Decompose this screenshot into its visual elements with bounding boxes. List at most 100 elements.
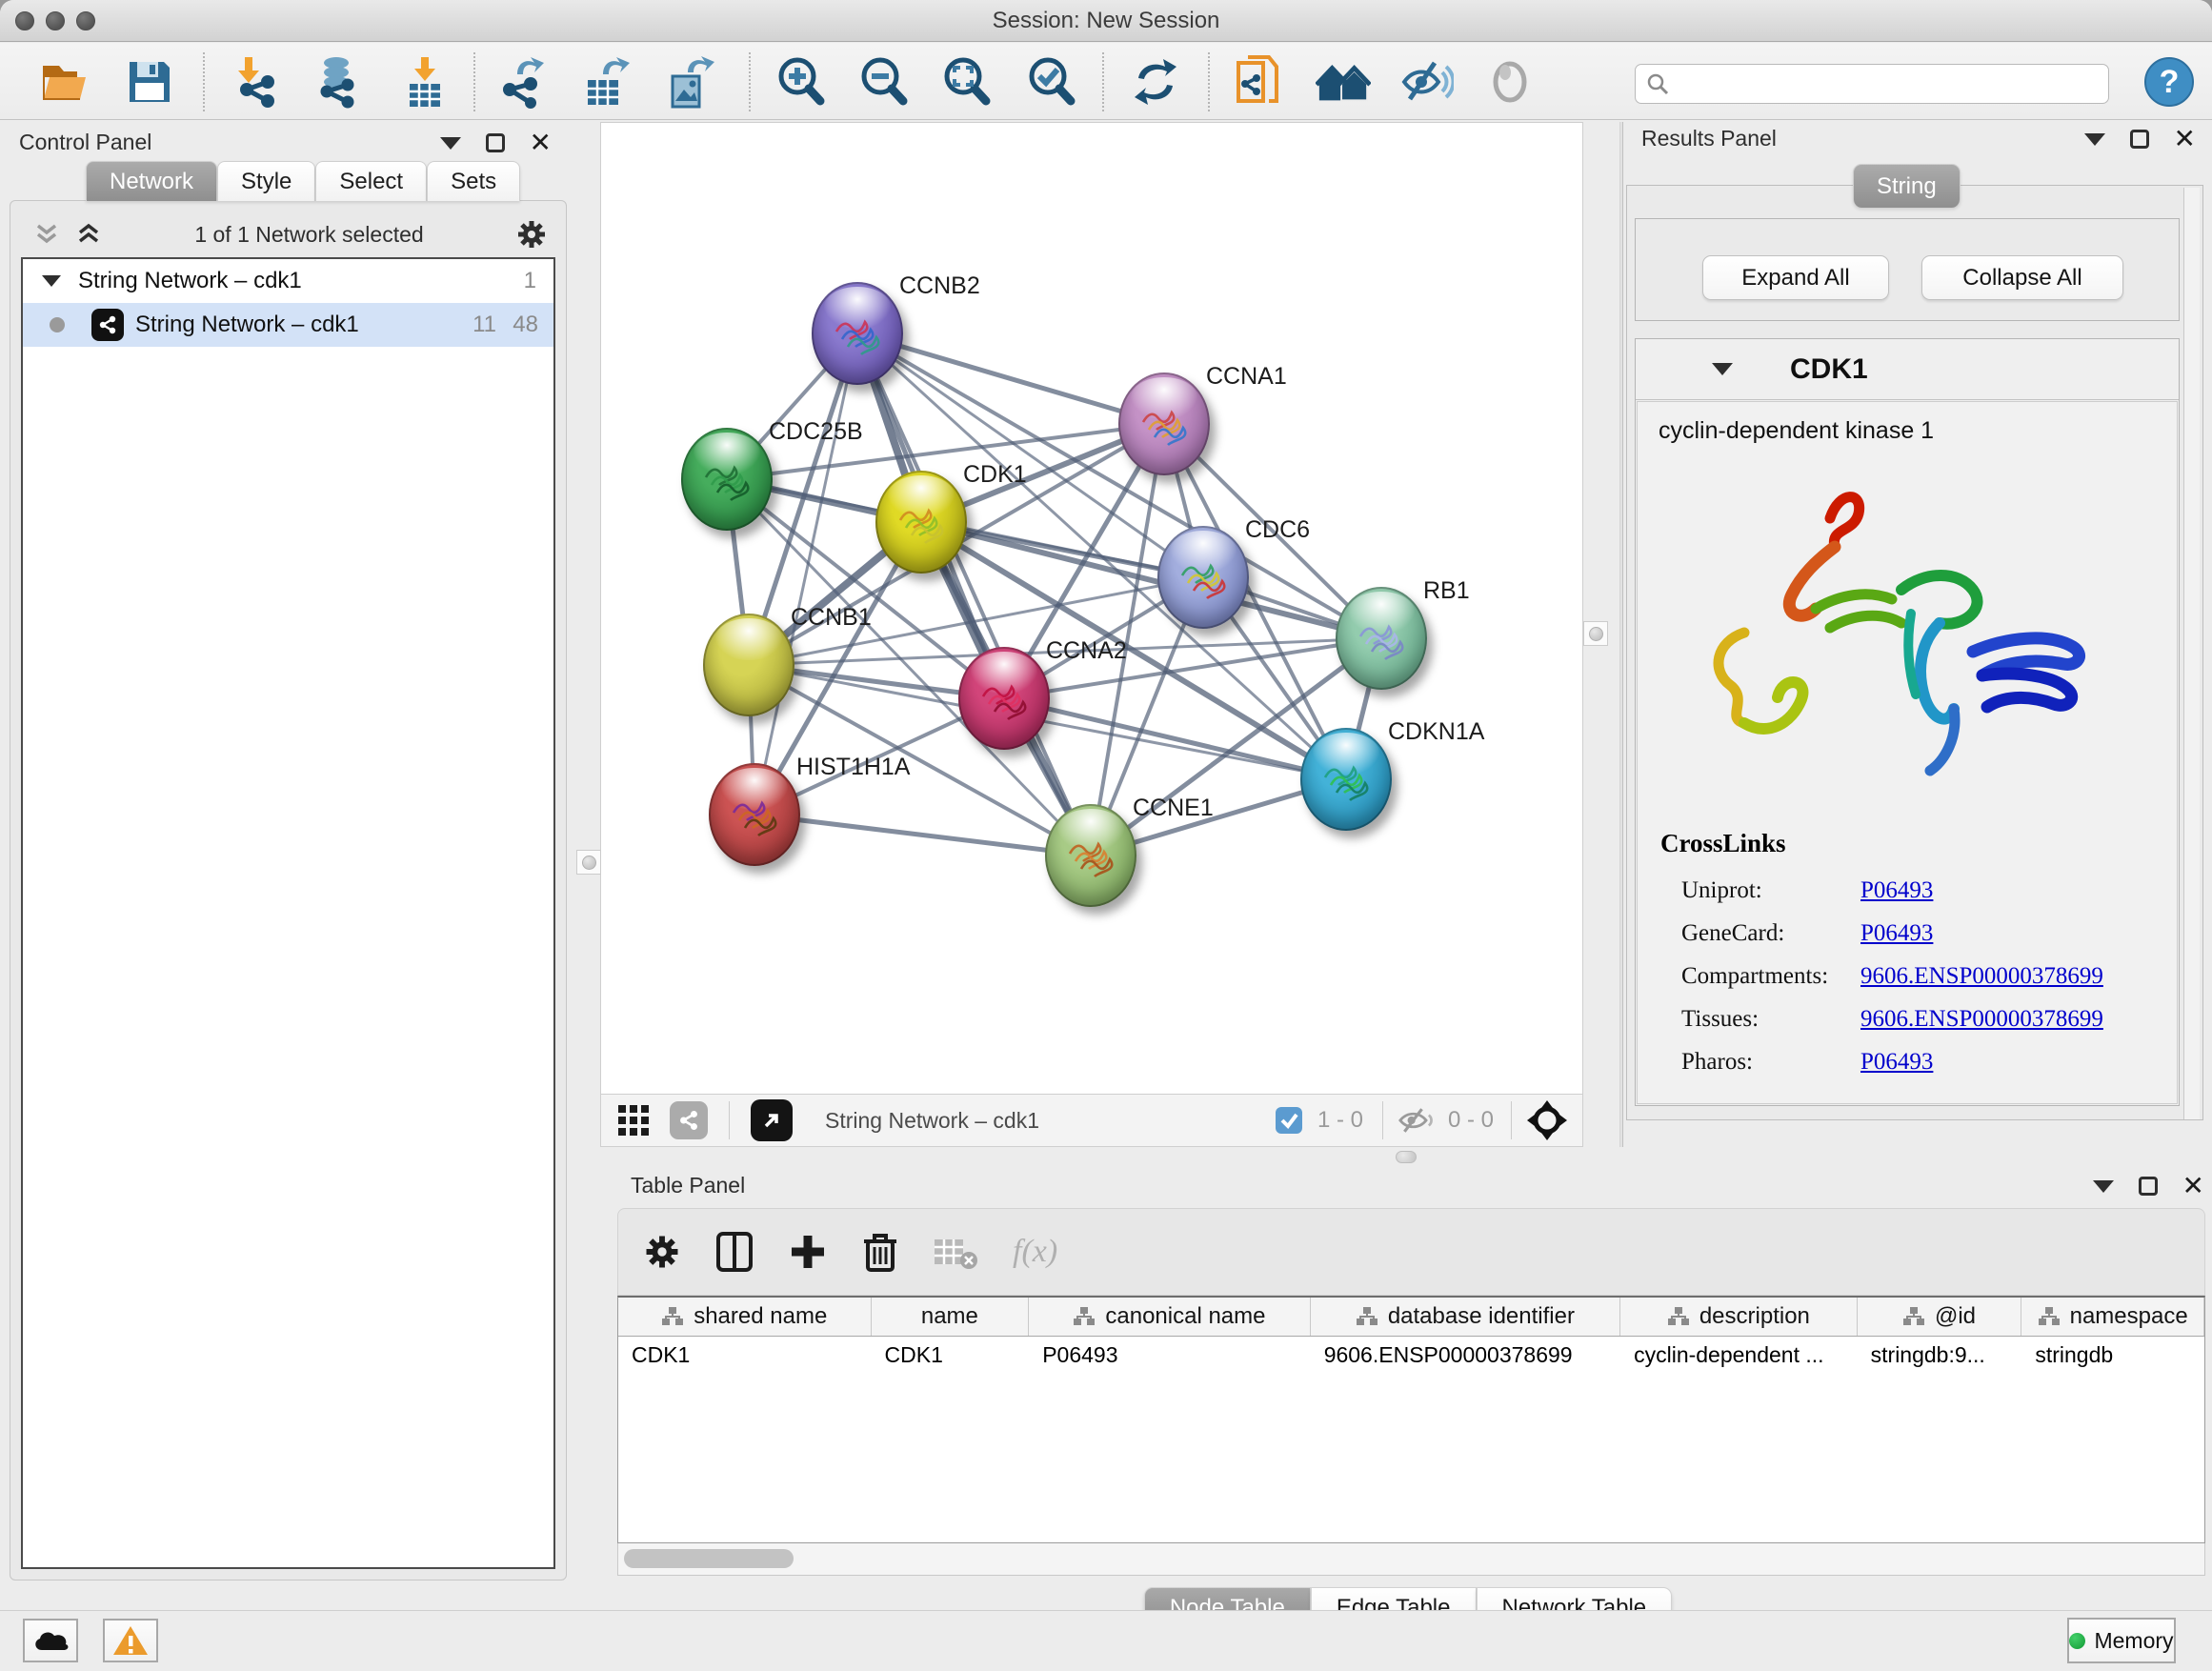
tab-sets[interactable]: Sets [427, 161, 520, 201]
crosslink-link[interactable]: P06493 [1860, 1049, 1933, 1076]
show-columns-icon[interactable] [715, 1231, 754, 1273]
import-table-file-icon[interactable] [397, 54, 452, 110]
detach-view-icon[interactable] [751, 1099, 793, 1141]
network-node-ccne1[interactable] [1045, 804, 1136, 907]
network-share-view-icon[interactable] [670, 1101, 708, 1139]
home-pages-icon[interactable] [1316, 54, 1371, 110]
tab-network[interactable]: Network [86, 161, 217, 201]
memory-button[interactable]: Memory [2067, 1618, 2176, 1663]
column-header[interactable]: canonical name [1029, 1298, 1310, 1336]
save-session-icon[interactable] [122, 54, 177, 110]
panel-menu-icon[interactable] [440, 137, 461, 150]
network-node-cdk1[interactable] [875, 471, 967, 574]
network-options-gear-icon[interactable] [515, 218, 548, 251]
network-node-ccna1[interactable] [1118, 372, 1210, 475]
table-row[interactable]: CDK1CDK1P064939606.ENSP00000378699cyclin… [618, 1337, 2204, 1376]
selected-checkbox-icon[interactable] [1274, 1105, 1304, 1136]
show-all-icon[interactable] [1482, 54, 1538, 110]
delete-column-icon[interactable] [862, 1230, 898, 1274]
refresh-view-icon[interactable] [1128, 54, 1183, 110]
node-table[interactable]: shared namenamecanonical namedatabase id… [617, 1296, 2205, 1543]
expand-all-button[interactable]: Expand All [1702, 255, 1889, 300]
table-cell[interactable]: stringdb [2021, 1337, 2204, 1376]
protein-card-expander-icon[interactable] [1712, 363, 1733, 375]
table-cell[interactable]: CDK1 [618, 1337, 872, 1376]
column-header[interactable]: database identifier [1311, 1298, 1620, 1336]
panel-menu-icon[interactable] [2093, 1180, 2114, 1193]
collection-expander-icon[interactable] [42, 275, 61, 287]
network-node-ccnb1[interactable] [703, 614, 794, 716]
network-node-cdkn1a[interactable] [1300, 728, 1392, 831]
export-image-icon[interactable] [662, 54, 717, 110]
help-icon[interactable]: ? [2142, 54, 2197, 110]
birds-eye-view-icon[interactable] [1525, 1098, 1569, 1142]
panel-close-icon[interactable]: ✕ [2182, 1177, 2204, 1196]
crosslink-link[interactable]: P06493 [1860, 920, 1933, 947]
network-node-ccna2[interactable] [958, 647, 1050, 750]
table-cell[interactable]: 9606.ENSP00000378699 [1311, 1337, 1620, 1376]
warnings-button[interactable] [103, 1619, 158, 1662]
crosslink-link[interactable]: 9606.ENSP00000378699 [1860, 963, 2103, 990]
table-cell[interactable]: stringdb:9... [1858, 1337, 2022, 1376]
table-hscrollbar[interactable] [617, 1543, 2205, 1576]
network-node-hist1h1a[interactable] [709, 763, 800, 866]
export-network-icon[interactable] [495, 54, 551, 110]
network-edge[interactable] [1004, 698, 1346, 779]
network-row[interactable]: String Network – cdk1 11 48 [23, 303, 553, 347]
network-node-cdc6[interactable] [1157, 526, 1249, 629]
panel-float-icon[interactable] [486, 133, 505, 152]
left-splitter-handle[interactable] [576, 850, 601, 875]
results-scrollbar[interactable] [2183, 188, 2200, 1119]
table-options-gear-icon[interactable] [643, 1233, 681, 1271]
crosslink-link[interactable]: P06493 [1860, 877, 1933, 904]
add-column-icon[interactable] [788, 1232, 828, 1272]
bottom-splitter-handle[interactable] [1396, 1151, 1417, 1163]
cloud-status-button[interactable] [23, 1619, 78, 1662]
panel-float-icon[interactable] [2139, 1177, 2158, 1196]
crosslink-link[interactable]: 9606.ENSP00000378699 [1860, 1006, 2103, 1033]
zoom-in-icon[interactable] [774, 54, 829, 110]
table-cell[interactable]: CDK1 [872, 1337, 1030, 1376]
panel-float-icon[interactable] [2130, 130, 2149, 149]
function-builder-icon[interactable]: f(x) [1013, 1234, 1057, 1270]
zoom-out-icon[interactable] [856, 54, 912, 110]
table-hscrollbar-thumb[interactable] [624, 1549, 794, 1568]
search-input[interactable] [1670, 71, 2089, 96]
column-header[interactable]: @id [1858, 1298, 2022, 1336]
network-node-cdc25b[interactable] [681, 428, 773, 531]
hidden-eye-icon[interactable] [1398, 1104, 1437, 1137]
column-header[interactable]: description [1620, 1298, 1858, 1336]
network-edge[interactable] [857, 333, 1164, 424]
network-node-rb1[interactable] [1336, 587, 1427, 690]
grid-view-icon[interactable] [616, 1103, 651, 1137]
panel-close-icon[interactable]: ✕ [530, 133, 552, 152]
collapse-all-button[interactable]: Collapse All [1921, 255, 2123, 300]
tab-select[interactable]: Select [315, 161, 427, 201]
network-edge[interactable] [754, 815, 1091, 856]
tab-style[interactable]: Style [217, 161, 315, 201]
network-collection-row[interactable]: String Network – cdk1 1 [23, 259, 553, 303]
open-session-icon[interactable] [38, 54, 93, 110]
column-header[interactable]: name [872, 1298, 1030, 1336]
panel-close-icon[interactable]: ✕ [2174, 130, 2196, 149]
hide-selected-icon[interactable] [1399, 54, 1455, 110]
delete-table-icon[interactable] [933, 1234, 978, 1270]
panel-menu-icon[interactable] [2084, 133, 2105, 146]
table-cell[interactable]: cyclin-dependent ... [1620, 1337, 1858, 1376]
network-edge[interactable] [754, 333, 857, 815]
import-network-database-icon[interactable] [311, 54, 366, 110]
right-splitter[interactable] [1619, 122, 1623, 1147]
network-canvas[interactable]: CCNB2CCNA1CDC25BCDK1CDC6RB1CCNB1CCNA2CDK… [601, 123, 1582, 1094]
share-document-icon[interactable] [1232, 54, 1287, 110]
zoom-fit-icon[interactable] [939, 54, 995, 110]
network-node-ccnb2[interactable] [812, 282, 903, 385]
column-header[interactable]: shared name [618, 1298, 872, 1336]
left-splitter[interactable] [570, 122, 598, 1147]
import-network-file-icon[interactable] [231, 54, 286, 110]
expand-all-icon[interactable] [74, 220, 103, 249]
collapse-all-icon[interactable] [32, 220, 61, 249]
table-cell[interactable]: P06493 [1029, 1337, 1310, 1376]
tab-string[interactable]: String [1853, 164, 1961, 208]
right-splitter-handle[interactable] [1583, 621, 1608, 646]
column-header[interactable]: namespace [2021, 1298, 2204, 1336]
